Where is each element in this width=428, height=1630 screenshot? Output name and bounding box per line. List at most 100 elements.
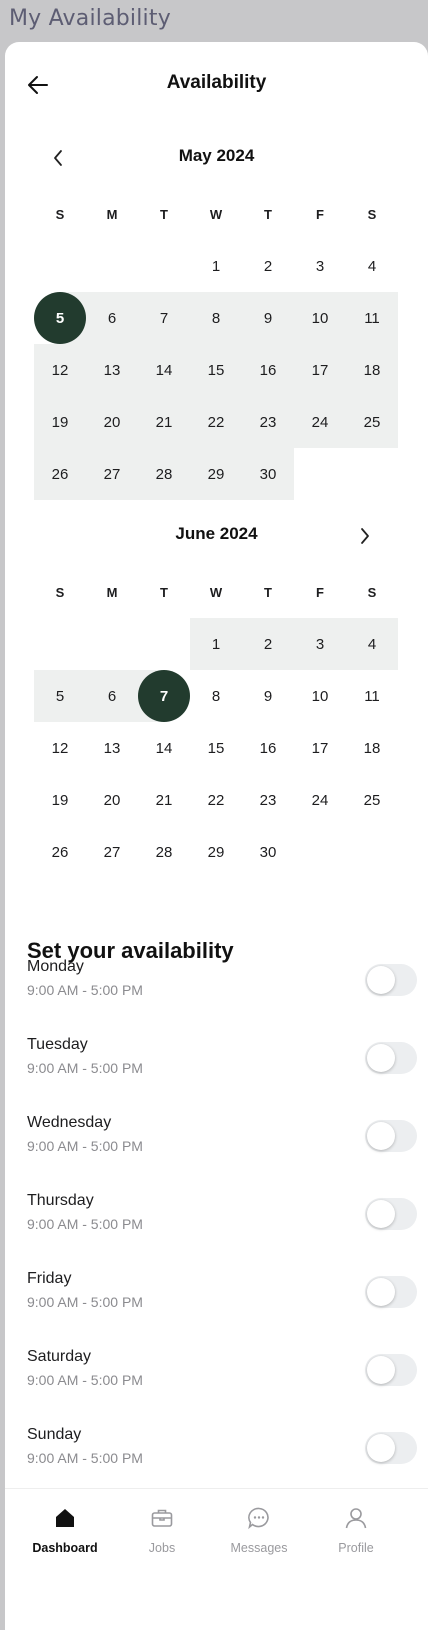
calendar-day[interactable]: 4 [346,240,398,292]
weekday-label: S [367,584,377,600]
empty-cell [138,240,190,292]
calendar-day[interactable]: 9 [242,670,294,722]
day-hours: 9:00 AM - 5:00 PM [27,1216,143,1232]
calendar-day[interactable]: 16 [242,344,294,396]
calendar-day[interactable]: 7 [138,292,190,344]
calendar-day[interactable]: 29 [190,826,242,878]
calendar-day[interactable]: 29 [190,448,242,500]
window-title: My Availability [9,6,171,31]
calendar-day[interactable]: 2 [242,618,294,670]
tab-jobs[interactable]: Jobs [112,1489,212,1579]
calendar-week: 19 20 21 22 23 24 25 [34,396,398,448]
calendar-day[interactable]: 19 [34,396,86,448]
calendar-day[interactable]: 10 [294,670,346,722]
calendar-day[interactable]: 22 [190,396,242,448]
calendar-day[interactable]: 26 [34,826,86,878]
calendar-day[interactable]: 14 [138,344,190,396]
calendar-day[interactable]: 12 [34,722,86,774]
day-number: 5 [55,309,65,327]
calendar-day[interactable]: 20 [86,774,138,826]
availability-toggle[interactable] [365,1120,417,1152]
availability-toggle[interactable] [365,964,417,996]
next-month-button[interactable] [352,524,376,548]
page-title: Availability [166,72,267,93]
day-name: Saturday [27,1348,92,1365]
calendar-day[interactable]: 7 [138,670,190,722]
calendar-day[interactable]: 11 [346,292,398,344]
calendar-day[interactable]: 28 [138,826,190,878]
calendar-day[interactable]: 20 [86,396,138,448]
calendar-day[interactable]: 16 [242,722,294,774]
availability-toggle[interactable] [365,1042,417,1074]
calendar-day[interactable]: 22 [190,774,242,826]
calendar-day[interactable]: 21 [138,774,190,826]
calendar-day[interactable]: 26 [34,448,86,500]
calendar-grid: S M T W T F S 1 2 3 4 5 6 7 8 9 10 11 12 13 14 15 16 17 18 19 20 21… [34,566,398,878]
calendar-day[interactable]: 15 [190,722,242,774]
calendar-day[interactable]: 6 [86,292,138,344]
calendar-day[interactable]: 14 [138,722,190,774]
calendar-day[interactable]: 25 [346,396,398,448]
calendar-day[interactable]: 5 [34,292,86,344]
calendar-week: 12 13 14 15 16 17 18 [34,344,398,396]
calendar-day[interactable]: 19 [34,774,86,826]
chat-bubble-icon [248,1507,269,1530]
calendar-day[interactable]: 2 [242,240,294,292]
calendar-day[interactable]: 8 [190,292,242,344]
day-name: Monday [27,958,84,975]
day-hours: 9:00 AM - 5:00 PM [27,1138,143,1154]
availability-toggle[interactable] [365,1354,417,1386]
calendar-day[interactable]: 27 [86,826,138,878]
user-icon [345,1508,367,1529]
calendar-day[interactable]: 30 [242,448,294,500]
day-hours: 9:00 AM - 5:00 PM [27,1294,143,1310]
calendar-day[interactable]: 13 [86,722,138,774]
calendar-day[interactable]: 23 [242,396,294,448]
calendar-day[interactable]: 3 [294,618,346,670]
calendar-day[interactable]: 6 [86,670,138,722]
tab-dashboard[interactable]: Dashboard [15,1489,115,1579]
calendar-day[interactable]: 4 [346,618,398,670]
calendar-day[interactable]: 18 [346,722,398,774]
calendar-day[interactable]: 15 [190,344,242,396]
calendar-day[interactable]: 8 [190,670,242,722]
calendar-week: 1234 [34,240,398,292]
calendar-day[interactable]: 13 [86,344,138,396]
calendar-day[interactable]: 9 [242,292,294,344]
chevron-right-icon [361,528,369,544]
calendar-month-june: June 2024 S M T W T F S 1 2 3 4 5 6 7 8 9 10 11 12 13 14 15 16… [5,524,428,924]
calendar-day[interactable]: 25 [346,774,398,826]
calendar-day[interactable]: 21 [138,396,190,448]
tab-messages[interactable]: Messages [209,1489,309,1579]
calendar-day[interactable]: 27 [86,448,138,500]
availability-day-friday: Friday 9:00 AM - 5:00 PM [27,1270,417,1330]
calendar-day[interactable]: 1 [190,240,242,292]
calendar-week: 12 13 14 15 16 17 18 [34,722,398,774]
calendar-day[interactable]: 24 [294,396,346,448]
availability-toggle[interactable] [365,1432,417,1464]
tab-profile[interactable]: Profile [306,1489,406,1579]
calendar-day[interactable]: 1 [190,618,242,670]
weekday-label: T [160,584,168,600]
calendar-day[interactable]: 17 [294,344,346,396]
calendar-day[interactable]: 28 [138,448,190,500]
toggle-knob [367,1356,395,1384]
weekday-header: SMTWTFS [34,566,398,618]
calendar-week: 1234 [34,618,398,670]
weekday-label: T [160,206,168,222]
day-hours: 9:00 AM - 5:00 PM [27,982,143,998]
availability-toggle[interactable] [365,1276,417,1308]
calendar-day[interactable]: 3 [294,240,346,292]
availability-toggle[interactable] [365,1198,417,1230]
calendar-day[interactable]: 18 [346,344,398,396]
calendar-day[interactable]: 10 [294,292,346,344]
calendar-day[interactable]: 5 [34,670,86,722]
calendar-day[interactable]: 11 [346,670,398,722]
calendar-day[interactable]: 24 [294,774,346,826]
calendar-day[interactable]: 23 [242,774,294,826]
day-name: Tuesday [27,1036,88,1053]
calendar-day[interactable]: 12 [34,344,86,396]
calendar-day[interactable]: 30 [242,826,294,878]
calendar-day[interactable]: 17 [294,722,346,774]
empty-cell [34,618,86,670]
